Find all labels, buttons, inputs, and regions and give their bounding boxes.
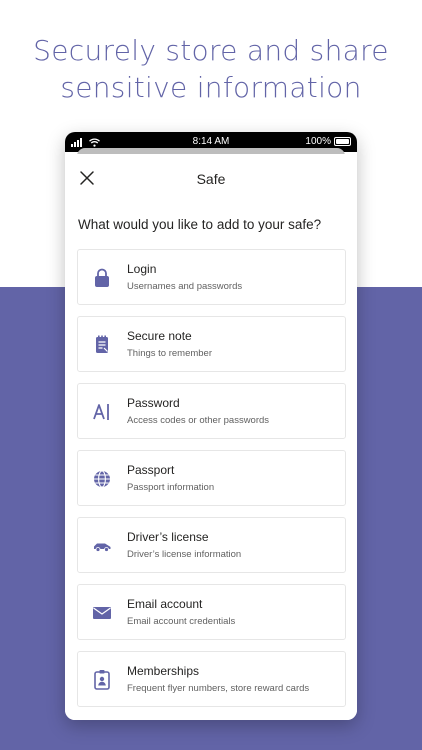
item-subtitle: Driver’s license information xyxy=(127,549,242,560)
page-title: Safe xyxy=(196,171,226,187)
list-item-memberships[interactable]: Memberships Frequent flyer numbers, stor… xyxy=(77,651,346,707)
battery-indicator: 100% xyxy=(305,136,351,147)
item-title: Login xyxy=(127,262,157,276)
item-subtitle: Usernames and passwords xyxy=(127,281,243,292)
list-item-drivers-license[interactable]: Driver’s license Driver’s license inform… xyxy=(77,517,346,573)
battery-percent: 100% xyxy=(305,136,331,147)
item-title: Secure note xyxy=(127,329,192,343)
globe-icon xyxy=(90,468,114,490)
headline-line-2: sensitive information xyxy=(60,71,362,104)
list-item-email-account[interactable]: Email account Email account credentials xyxy=(77,584,346,640)
item-subtitle: Frequent flyer numbers, store reward car… xyxy=(127,683,310,694)
item-title: Email account xyxy=(127,597,203,611)
list-item-password[interactable]: Password Access codes or other passwords xyxy=(77,383,346,439)
safe-sheet: Safe What would you like to add to your … xyxy=(65,154,357,720)
item-title: Driver’s license xyxy=(127,530,209,544)
battery-icon xyxy=(334,137,351,146)
note-icon xyxy=(90,334,114,356)
phone-frame: 8:14 AM 100% Safe What would you like to… xyxy=(65,132,357,720)
item-title: Passport xyxy=(127,463,175,477)
item-title: Memberships xyxy=(127,664,200,678)
headline-line-1: Securely store and share xyxy=(33,34,389,67)
badge-icon xyxy=(90,669,114,691)
list-item-login[interactable]: Login Usernames and passwords xyxy=(77,249,346,305)
list-item-secure-note[interactable]: Secure note Things to remember xyxy=(77,316,346,372)
list-item-passport[interactable]: Passport Passport information xyxy=(77,450,346,506)
item-title: Password xyxy=(127,396,180,410)
car-icon xyxy=(90,535,114,557)
nav-bar: Safe xyxy=(65,154,357,204)
prompt-text: What would you like to add to your safe? xyxy=(78,217,322,232)
password-icon xyxy=(90,401,114,423)
envelope-icon xyxy=(90,602,114,624)
item-subtitle: Access codes or other passwords xyxy=(127,415,270,426)
lock-icon xyxy=(90,267,114,289)
item-subtitle: Passport information xyxy=(127,482,215,493)
item-subtitle: Email account credentials xyxy=(127,616,236,627)
item-subtitle: Things to remember xyxy=(127,348,213,359)
headline: Securely store and share sensitive infor… xyxy=(0,32,422,106)
